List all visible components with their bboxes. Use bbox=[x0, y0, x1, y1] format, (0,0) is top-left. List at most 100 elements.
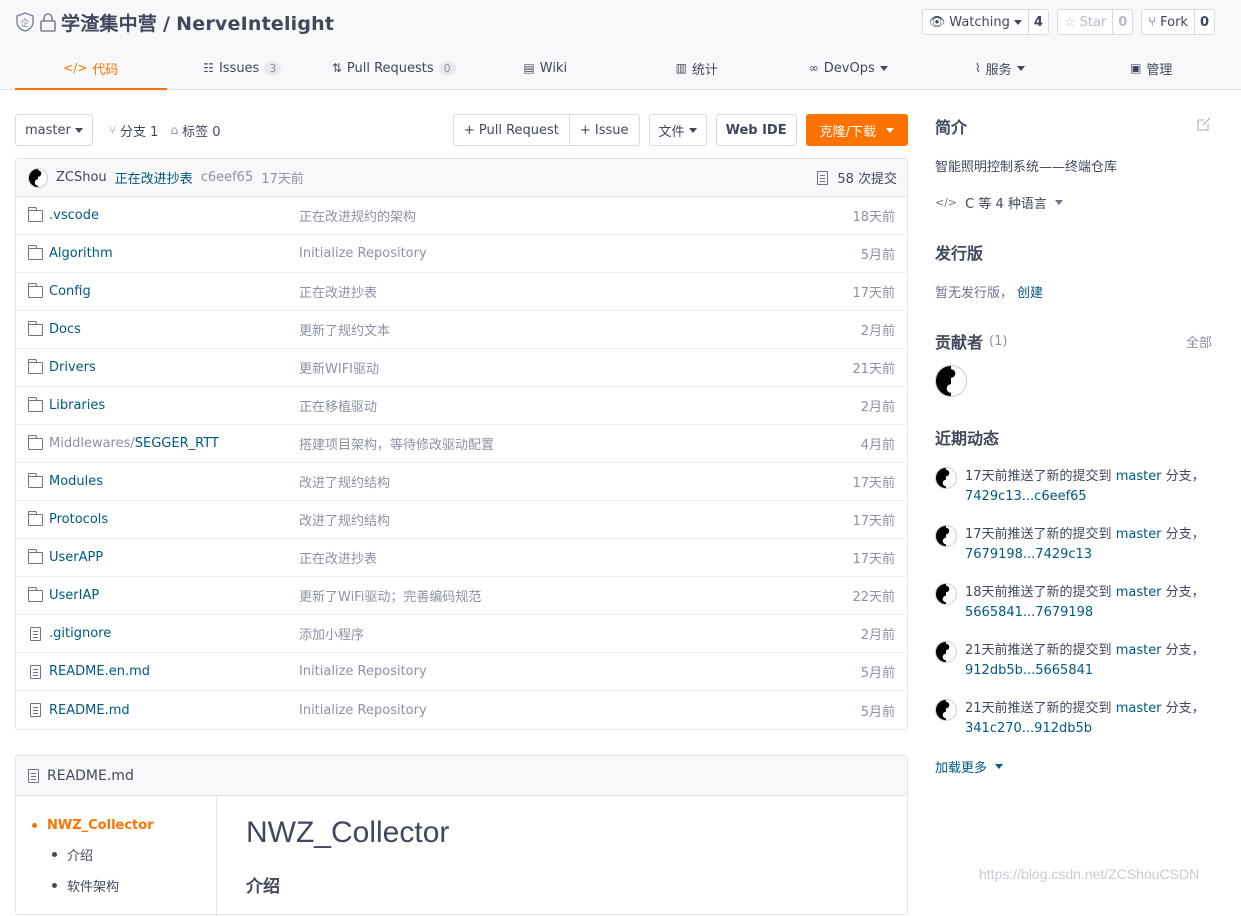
new-pull-request-button[interactable]: + Pull Request bbox=[454, 115, 569, 145]
file-time: 4月前 bbox=[860, 438, 895, 453]
file-commit-message[interactable]: 正在移植驱动 bbox=[299, 396, 815, 415]
watermark: https://blog.csdn.net/ZCShouCSDN bbox=[979, 866, 1200, 882]
toc-item[interactable]: NWZ_Collector bbox=[32, 818, 216, 833]
star-count[interactable]: 0 bbox=[1112, 10, 1132, 34]
commit-author[interactable]: ZCShou bbox=[56, 170, 107, 185]
fork-button[interactable]: ⑂ Fork 0 bbox=[1141, 9, 1215, 35]
repo-name-link[interactable]: NerveIntelight bbox=[176, 13, 334, 35]
avatar[interactable] bbox=[935, 641, 957, 663]
activity-suffix: 分支， bbox=[1161, 701, 1205, 716]
file-row: Drivers 更新WIFI驱动 21天前 bbox=[16, 349, 907, 387]
tab-code[interactable]: </> 代码 bbox=[15, 46, 167, 90]
toc-item[interactable]: 介绍 bbox=[52, 845, 216, 864]
file-commit-message[interactable]: Initialize Repository bbox=[299, 246, 815, 261]
file-commit-message[interactable]: 改进了规约结构 bbox=[299, 510, 815, 529]
avatar[interactable] bbox=[935, 699, 957, 721]
activity-branch-link[interactable]: master bbox=[1116, 469, 1162, 484]
file-name-link[interactable]: UserIAP bbox=[27, 586, 299, 603]
file-name: Protocols bbox=[49, 512, 109, 527]
repo-owner-link[interactable]: 学渣集中营 bbox=[61, 13, 157, 35]
file-commit-message[interactable]: Initialize Repository bbox=[299, 664, 815, 679]
file-commit-message[interactable]: 更新了WiFi驱动；完善编码规范 bbox=[299, 586, 815, 605]
tab-services[interactable]: ⌇ 服务 bbox=[924, 46, 1076, 90]
file-name-link[interactable]: Modules bbox=[27, 472, 299, 489]
file-name-link[interactable]: .vscode bbox=[27, 206, 299, 223]
fork-count[interactable]: 0 bbox=[1193, 10, 1214, 34]
file-name-link[interactable]: Algorithm bbox=[27, 244, 299, 261]
file-commit-message[interactable]: 正在改进规约的架构 bbox=[299, 206, 815, 225]
avatar[interactable] bbox=[28, 167, 48, 188]
file-name-link[interactable]: Config bbox=[27, 282, 299, 299]
avatar[interactable] bbox=[935, 525, 957, 547]
tab-pull-requests[interactable]: ⇅ Pull Requests 0 bbox=[318, 46, 470, 90]
web-ide-button[interactable]: Web IDE bbox=[715, 114, 797, 146]
file-row: README.en.md Initialize Repository 5月前 bbox=[16, 653, 907, 691]
file-name-link[interactable]: Protocols bbox=[27, 510, 299, 527]
watch-button[interactable]: 👁 Watching 4 bbox=[921, 9, 1049, 35]
activity-compare-link[interactable]: 7679198...7429c13 bbox=[965, 547, 1092, 562]
tab-stats[interactable]: ▥ 统计 bbox=[621, 46, 773, 90]
tab-wiki[interactable]: ▤ Wiki bbox=[470, 46, 622, 90]
tab-devops[interactable]: ∞ DevOps bbox=[773, 46, 925, 90]
activity-compare-link[interactable]: 5665841...7679198 bbox=[965, 605, 1093, 620]
file-name-link[interactable]: Docs bbox=[27, 320, 299, 337]
activity-text: 21天前推送了新的提交到 master 分支， 912db5b...5665841 bbox=[965, 641, 1205, 681]
activity-branch-link[interactable]: master bbox=[1116, 701, 1162, 716]
branches-link[interactable]: ⑂ 分支 1 bbox=[109, 121, 159, 140]
commit-message[interactable]: 正在改进抄表 bbox=[115, 168, 193, 187]
activity-branch-link[interactable]: master bbox=[1116, 585, 1162, 600]
new-issue-button[interactable]: + Issue bbox=[568, 115, 639, 145]
activity-compare-link[interactable]: 341c270...912db5b bbox=[965, 721, 1092, 736]
file-commit-message[interactable]: Initialize Repository bbox=[299, 703, 815, 718]
pr-badge: 0 bbox=[438, 60, 456, 76]
file-name-link[interactable]: README.md bbox=[28, 703, 299, 718]
commit-sha[interactable]: c6eef65 bbox=[201, 170, 254, 185]
file-name-link[interactable]: README.en.md bbox=[28, 664, 299, 679]
avatar[interactable] bbox=[935, 365, 967, 397]
clone-download-button[interactable]: 克隆/下载 bbox=[805, 114, 908, 146]
file-menu-button[interactable]: 文件 bbox=[648, 114, 707, 146]
activity-compare-link[interactable]: 912db5b...5665841 bbox=[965, 663, 1093, 678]
edit-icon[interactable] bbox=[1196, 116, 1212, 136]
load-more-button[interactable]: 加载更多 bbox=[935, 757, 1212, 776]
file-row: Middlewares/SEGGER_RTT 搭建项目架构，等待修改驱动配置 4月前 bbox=[16, 425, 907, 463]
toc-item[interactable]: 软件架构 bbox=[52, 876, 216, 895]
pulse-icon: ⌇ bbox=[974, 61, 981, 75]
tags-link[interactable]: ⌂ 标签 0 bbox=[170, 121, 220, 140]
activity-branch-link[interactable]: master bbox=[1116, 527, 1162, 542]
watch-count[interactable]: 4 bbox=[1027, 10, 1048, 34]
activity-compare-link[interactable]: 7429c13...c6eef65 bbox=[965, 489, 1087, 504]
all-contributors-link[interactable]: 全部 bbox=[1186, 332, 1212, 351]
languages-dropdown[interactable]: </> C 等 4 种语言 bbox=[935, 193, 1212, 212]
file-name-link[interactable]: UserAPP bbox=[27, 548, 299, 565]
file-commit-message[interactable]: 搭建项目架构，等待修改驱动配置 bbox=[299, 434, 815, 453]
repo-title-row: 企 学渣集中营 / NerveIntelight bbox=[15, 9, 334, 35]
file-commit-message[interactable]: 正在改进抄表 bbox=[299, 282, 815, 301]
folder-icon bbox=[27, 548, 43, 564]
file-name-link[interactable]: Libraries bbox=[27, 396, 299, 413]
file-time: 21天前 bbox=[852, 362, 895, 377]
commit-count-link[interactable]: 58 次提交 bbox=[815, 168, 897, 187]
file-commit-message[interactable]: 更新了规约文本 bbox=[299, 320, 815, 339]
create-release-link[interactable]: 创建 bbox=[1017, 286, 1043, 301]
file-commit-message[interactable]: 改进了规约结构 bbox=[299, 472, 815, 491]
file-commit-message[interactable]: 正在改进抄表 bbox=[299, 548, 815, 567]
file-name: Drivers bbox=[49, 360, 96, 375]
file-commit-message[interactable]: 更新WIFI驱动 bbox=[299, 358, 815, 377]
file-name-link[interactable]: Drivers bbox=[27, 358, 299, 375]
file-commit-message[interactable]: 添加小程序 bbox=[299, 624, 815, 643]
avatar[interactable] bbox=[935, 583, 957, 605]
activity-text: 17天前推送了新的提交到 master 分支， 7679198...7429c13 bbox=[965, 525, 1205, 565]
file-name-link[interactable]: .gitignore bbox=[28, 626, 299, 641]
tags-label: 标签 0 bbox=[182, 124, 221, 140]
tab-issues[interactable]: ☷ Issues 3 bbox=[167, 46, 319, 90]
file-icon bbox=[30, 664, 41, 679]
file-name: Docs bbox=[49, 322, 81, 337]
file-name-link[interactable]: Middlewares/SEGGER_RTT bbox=[27, 434, 299, 451]
activity-branch-link[interactable]: master bbox=[1116, 643, 1162, 658]
branch-select[interactable]: master bbox=[15, 114, 93, 146]
star-button[interactable]: ☆ Star 0 bbox=[1056, 9, 1134, 35]
avatar[interactable] bbox=[935, 467, 957, 489]
tab-manage[interactable]: ▣ 管理 bbox=[1076, 46, 1228, 90]
commit-count: 58 次提交 bbox=[837, 172, 897, 187]
